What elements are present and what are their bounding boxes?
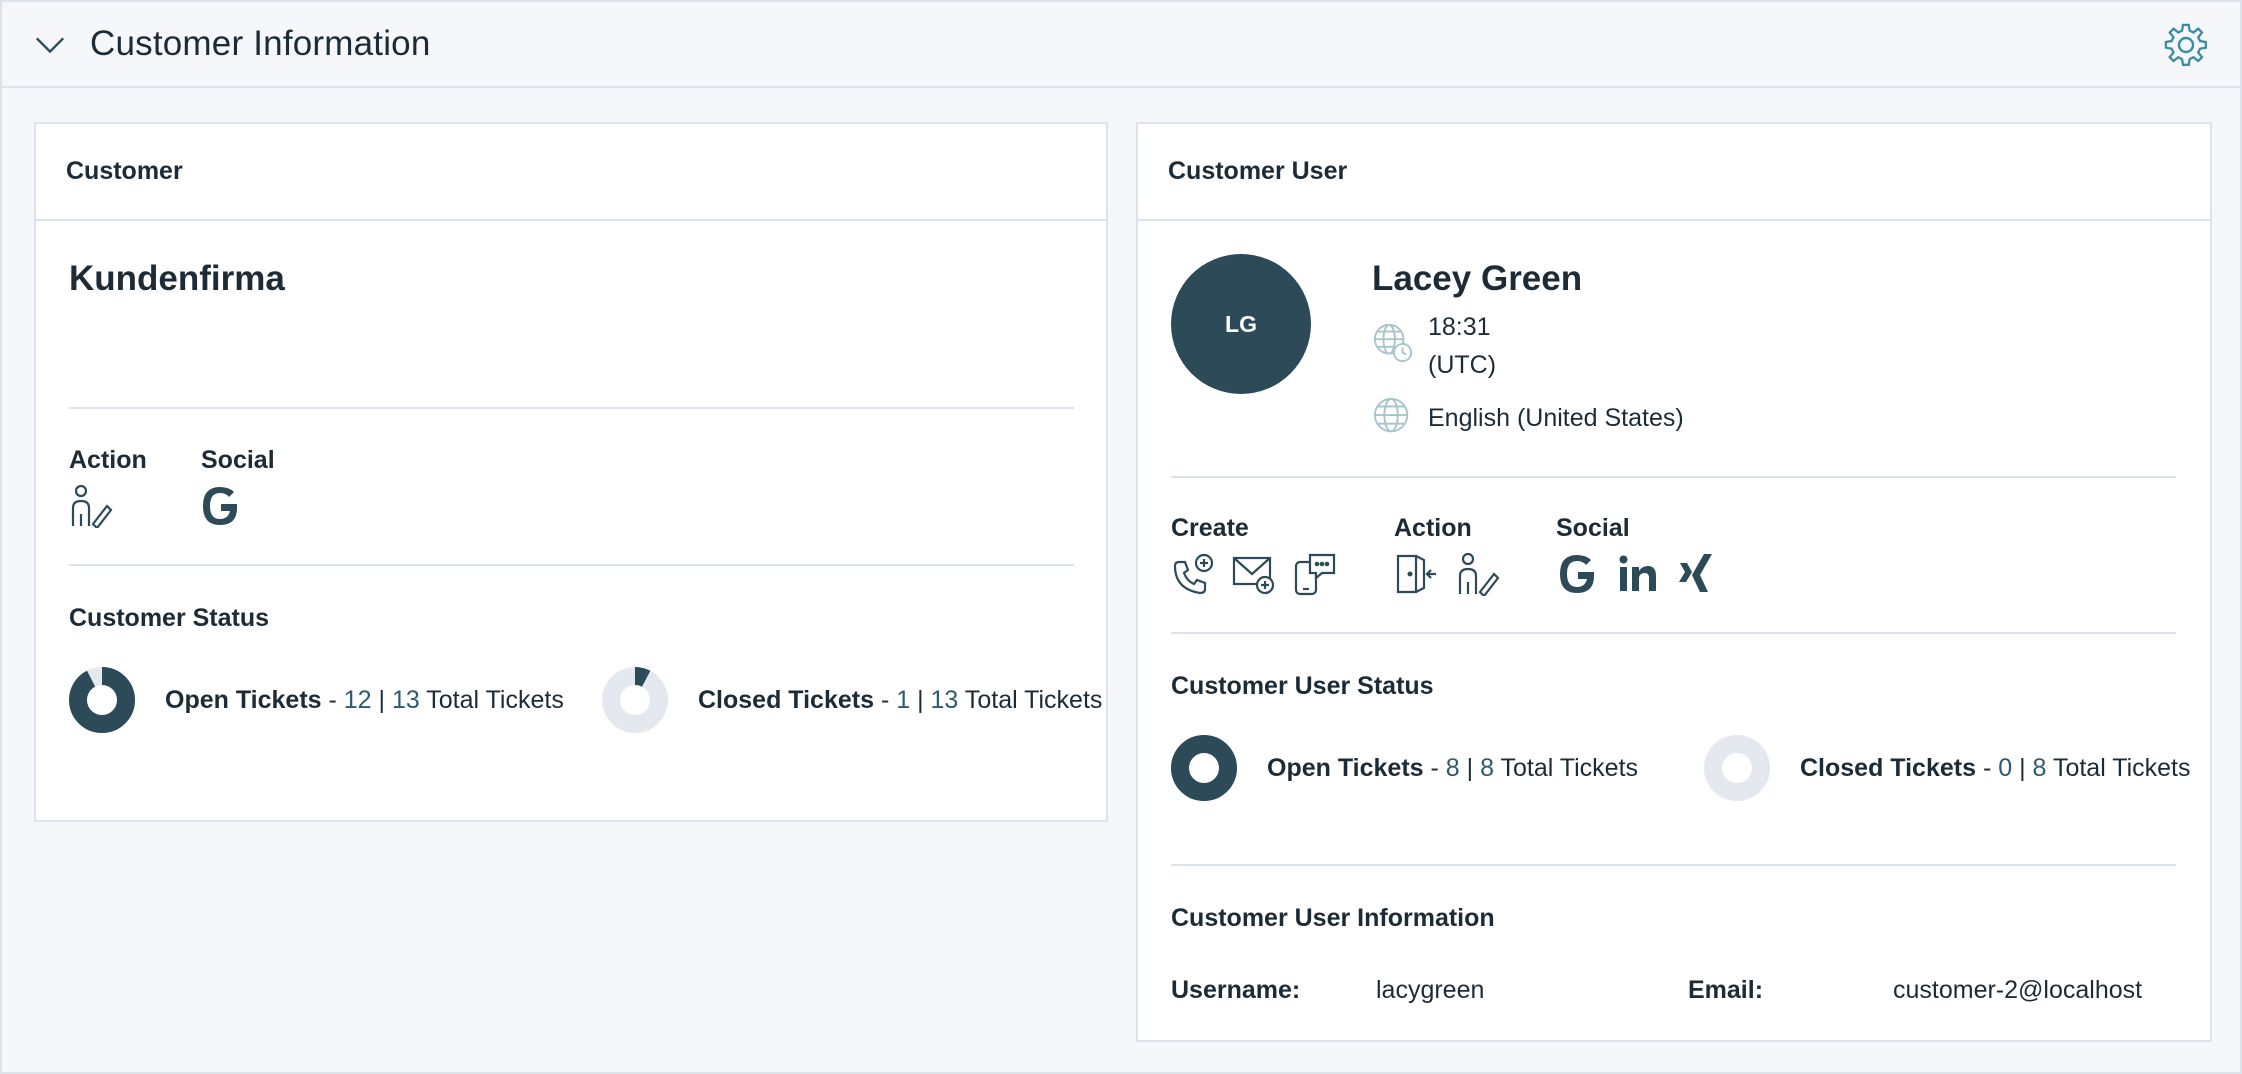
customer-open-tickets: Open Tickets - 12 | 13 Total Tickets xyxy=(69,667,564,733)
local-time: 18:31 xyxy=(1428,313,1491,341)
google-icon[interactable] xyxy=(1556,552,1600,596)
donut-track xyxy=(1704,735,1770,801)
phone-add-icon[interactable] xyxy=(1171,552,1215,596)
closed-count[interactable]: 0 xyxy=(1998,754,2012,782)
customer-status-title: Customer Status xyxy=(69,604,270,632)
chevron-down-icon[interactable] xyxy=(32,26,68,62)
action-label: Action xyxy=(69,446,147,474)
username-label: Username: xyxy=(1171,976,1301,1004)
total-count[interactable]: 8 xyxy=(1480,754,1494,782)
total-tickets-label: Total Tickets xyxy=(964,685,1103,714)
customer-user-status-title: Customer User Status xyxy=(1171,672,1434,700)
customer-user-card-header: Customer User xyxy=(1138,124,2210,221)
widget-title: Customer Information xyxy=(90,24,431,63)
customer-closed-tickets: Closed Tickets - 1 | 13 Total Tickets xyxy=(602,667,1102,733)
customer-card-header: Customer xyxy=(36,124,1106,221)
widget-header: Customer Information xyxy=(2,2,2240,88)
person-edit-icon[interactable] xyxy=(69,484,113,530)
donut-value-arc xyxy=(69,667,135,733)
email-add-icon[interactable] xyxy=(1232,552,1276,596)
xing-icon[interactable] xyxy=(1676,552,1720,596)
divider xyxy=(1171,632,2176,634)
donut-value-arc xyxy=(1171,735,1237,801)
open-count[interactable]: 12 xyxy=(344,686,372,714)
customer-information-widget: Customer Information Customer Kundenfirm… xyxy=(0,0,2242,1074)
gear-icon[interactable] xyxy=(2164,23,2208,67)
social-label: Social xyxy=(1556,514,1630,542)
globe-clock-icon xyxy=(1372,322,1414,364)
customer-user-open-tickets: Open Tickets - 8 | 8 Total Tickets xyxy=(1171,735,1638,801)
login-icon[interactable] xyxy=(1394,552,1438,596)
donut-track xyxy=(602,667,668,733)
closed-count[interactable]: 1 xyxy=(896,686,910,714)
open-tickets-donut xyxy=(1171,735,1237,801)
customer-card: Customer Kundenfirma Action Social Custo… xyxy=(34,122,1108,822)
divider xyxy=(1171,476,2176,478)
customer-user-card: Customer User LG Lacey Green 18:31 (UTC)… xyxy=(1136,122,2212,1042)
linkedin-icon[interactable] xyxy=(1616,552,1660,596)
total-count[interactable]: 13 xyxy=(392,686,420,714)
person-edit-icon[interactable] xyxy=(1456,552,1500,598)
email-label: Email: xyxy=(1688,976,1764,1004)
closed-tickets-label: Closed Tickets xyxy=(698,685,875,714)
open-tickets-label: Open Tickets xyxy=(1267,753,1424,782)
closed-tickets-donut xyxy=(602,667,668,733)
chat-add-icon[interactable] xyxy=(1293,552,1337,596)
avatar: LG xyxy=(1171,254,1311,394)
closed-tickets-label: Closed Tickets xyxy=(1800,753,1977,782)
google-icon[interactable] xyxy=(199,484,243,528)
divider xyxy=(69,407,1074,409)
total-tickets-label: Total Tickets xyxy=(1500,753,1639,782)
customer-name: Kundenfirma xyxy=(69,259,285,298)
customer-user-closed-tickets: Closed Tickets - 0 | 8 Total Tickets xyxy=(1704,735,2191,801)
language: English (United States) xyxy=(1428,404,1684,432)
open-tickets-label: Open Tickets xyxy=(165,685,322,714)
timezone: (UTC) xyxy=(1428,351,1497,379)
total-count[interactable]: 8 xyxy=(2033,754,2047,782)
globe-icon xyxy=(1372,396,1414,438)
total-tickets-label: Total Tickets xyxy=(426,685,564,714)
open-count[interactable]: 8 xyxy=(1446,754,1460,782)
social-label: Social xyxy=(201,446,275,474)
create-label: Create xyxy=(1171,514,1249,542)
divider xyxy=(1171,864,2176,866)
closed-tickets-donut xyxy=(1704,735,1770,801)
total-count[interactable]: 13 xyxy=(931,686,959,714)
action-label: Action xyxy=(1394,514,1472,542)
customer-user-info-title: Customer User Information xyxy=(1171,904,1495,932)
username-value: lacygreen xyxy=(1376,976,1485,1004)
email-value[interactable]: customer-2@localhost xyxy=(1893,976,2142,1005)
open-tickets-donut xyxy=(69,667,135,733)
customer-user-name: Lacey Green xyxy=(1372,259,1583,298)
total-tickets-label: Total Tickets xyxy=(2052,753,2191,782)
divider xyxy=(69,564,1074,566)
